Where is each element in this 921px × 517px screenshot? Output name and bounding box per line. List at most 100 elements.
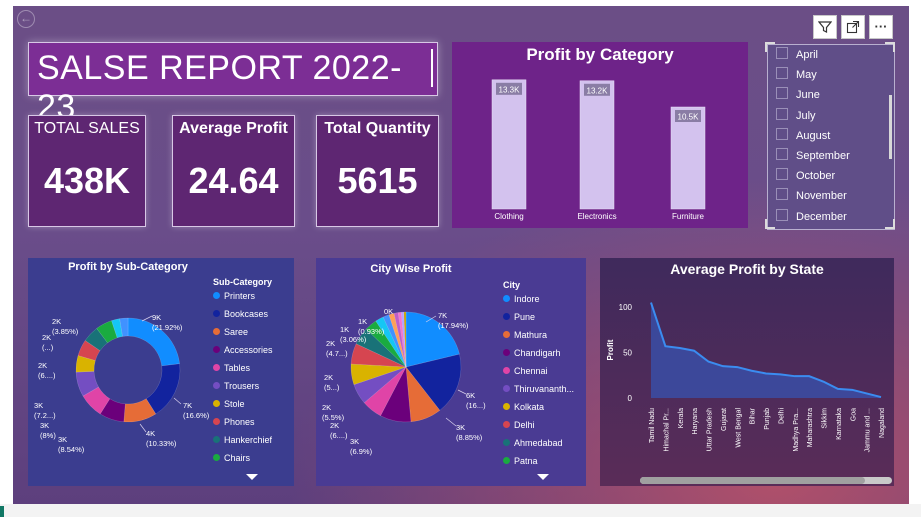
horizontal-scrollbar[interactable] <box>640 477 892 484</box>
data-label: 2K <box>324 373 333 382</box>
checkbox[interactable] <box>776 127 788 140</box>
data-label: 3K <box>40 421 49 430</box>
checkbox[interactable] <box>776 188 788 201</box>
slicer-item-label: April <box>796 49 819 61</box>
city-legend: City Indore Pune Mathura Chandigarh Chennai T… <box>503 280 574 473</box>
checkbox[interactable] <box>776 87 788 100</box>
legend-item[interactable]: Mathura <box>503 329 574 347</box>
legend-item[interactable]: Pune <box>503 311 574 329</box>
data-label: (6....) <box>330 431 348 440</box>
legend-item[interactable]: Hankerchief <box>213 434 273 452</box>
legend-item[interactable]: Kolkata <box>503 401 574 419</box>
legend-swatch <box>213 310 220 317</box>
legend-item[interactable]: Delhi <box>503 419 574 437</box>
profit-by-category-chart[interactable]: Profit by Category 13.3K Clothing 13.2K Ele… <box>452 42 748 228</box>
legend-item[interactable]: Saree <box>213 326 273 344</box>
city-pie-svg: 7K(17.94%)6K(16...)3K(8.85%)3K(6.9%)2K(6… <box>322 307 486 456</box>
bar <box>491 79 527 210</box>
city-wise-profit-chart[interactable]: City Wise Profit 7K (17.94%) 6K (16...) 3K (8… <box>316 258 586 486</box>
checkbox[interactable] <box>776 67 788 80</box>
legend-item[interactable]: Chennai <box>503 365 574 383</box>
category-label: Furniture <box>672 212 705 221</box>
slicer-item[interactable]: May <box>776 67 817 83</box>
leader-line <box>141 315 153 322</box>
slicer-item[interactable]: October <box>776 168 835 184</box>
x-tick-label: Kerala <box>678 408 685 428</box>
legend-scroll-down-icon[interactable] <box>537 474 549 480</box>
data-label: 13.3K <box>499 85 521 94</box>
data-label: 3K <box>58 435 67 444</box>
legend-item[interactable]: Patna <box>503 455 574 473</box>
legend-label: Pune <box>514 312 536 322</box>
legend-label: Chennai <box>514 366 548 376</box>
profit-by-subcategory-chart[interactable]: Profit by Sub-Category 9K (21.92%) 7K (16.6… <box>28 258 294 486</box>
data-label: 2K <box>38 361 47 370</box>
legend-item[interactable]: Tables <box>213 362 273 380</box>
kpi-average-profit[interactable]: Average Profit 24.64 <box>172 115 295 227</box>
legend-item[interactable]: Phones <box>213 416 273 434</box>
subcategory-legend: Sub-Category Printers Bookcases Saree Acces… <box>213 277 273 470</box>
slicer-scrollbar[interactable] <box>889 95 892 159</box>
filter-icon[interactable] <box>813 15 837 39</box>
legend-item[interactable]: Printers <box>213 290 273 308</box>
slicer-item[interactable]: June <box>776 87 820 103</box>
data-label: (21.92%) <box>152 323 183 332</box>
legend-swatch <box>213 292 220 299</box>
avg-profit-by-state-chart[interactable]: Average Profit by State 0 50 100 Profit Tami… <box>600 258 894 486</box>
slicer-item[interactable]: April <box>776 47 818 63</box>
data-label: (8.54%) <box>58 445 85 454</box>
report-title-box: SALSE REPORT 2022-23 <box>28 42 438 126</box>
data-label: (10.33%) <box>146 439 177 448</box>
slicer-item[interactable]: November <box>776 188 847 204</box>
legend-item[interactable]: Trousers <box>213 380 273 398</box>
checkbox[interactable] <box>776 168 788 181</box>
data-label: 1K <box>358 317 367 326</box>
back-arrow-icon[interactable]: ← <box>17 10 35 28</box>
slicer-item[interactable]: August <box>776 127 831 144</box>
kpi-total-quantity[interactable]: Total Quantity 5615 <box>316 115 439 227</box>
legend-item[interactable]: Thiruvananth... <box>503 383 574 401</box>
month-slicer[interactable]: April May June July August September October No… <box>767 44 895 230</box>
legend-scroll-down-icon[interactable] <box>246 474 258 480</box>
legend-item[interactable]: Chairs <box>213 452 273 470</box>
legend-item[interactable]: Ahmedabad <box>503 437 574 455</box>
slicer-item-label: August <box>796 129 831 142</box>
legend-title: City <box>503 280 521 290</box>
checkbox[interactable] <box>776 107 788 120</box>
focus-mode-icon[interactable] <box>841 15 865 39</box>
legend-swatch <box>503 439 510 446</box>
legend-swatch <box>503 457 510 464</box>
data-label: (6....) <box>38 371 56 380</box>
legend-item[interactable]: Accessories <box>213 344 273 362</box>
leader-line <box>445 417 457 427</box>
kpi-total-sales[interactable]: TOTAL SALES 438K <box>28 115 146 227</box>
legend-label: Kolkata <box>514 402 545 412</box>
checkbox[interactable] <box>776 208 788 221</box>
data-label: 3K <box>34 401 43 410</box>
more-options-icon[interactable]: ··· <box>869 15 893 39</box>
legend-label: Trousers <box>224 381 260 391</box>
page-tab-marker[interactable] <box>0 506 4 517</box>
slicer-item-label: May <box>796 69 817 82</box>
legend-swatch <box>213 328 220 335</box>
legend-swatch <box>503 295 510 302</box>
legend-item[interactable]: Indore <box>503 293 574 311</box>
checkbox[interactable] <box>776 47 788 59</box>
x-tick-label: Uttar Pradesh <box>707 408 714 451</box>
legend-label: Bookcases <box>224 309 269 319</box>
legend-item[interactable]: Bookcases <box>213 308 273 326</box>
slicer-item[interactable]: December <box>776 208 847 225</box>
legend-title: Sub-Category <box>213 277 273 287</box>
y-axis-label: Profit <box>606 339 615 360</box>
data-label: 2K <box>330 421 339 430</box>
data-label: (...) <box>42 343 54 352</box>
kpi-label: Total Quantity <box>324 120 431 137</box>
y-tick-label: 50 <box>623 349 632 358</box>
scrollbar-thumb[interactable] <box>640 477 865 484</box>
slicer-item[interactable]: September <box>776 148 850 164</box>
data-label: (17.94%) <box>438 321 469 330</box>
checkbox[interactable] <box>776 148 788 160</box>
legend-item[interactable]: Stole <box>213 398 273 416</box>
slicer-item[interactable]: July <box>776 107 816 124</box>
legend-item[interactable]: Chandigarh <box>503 347 574 365</box>
